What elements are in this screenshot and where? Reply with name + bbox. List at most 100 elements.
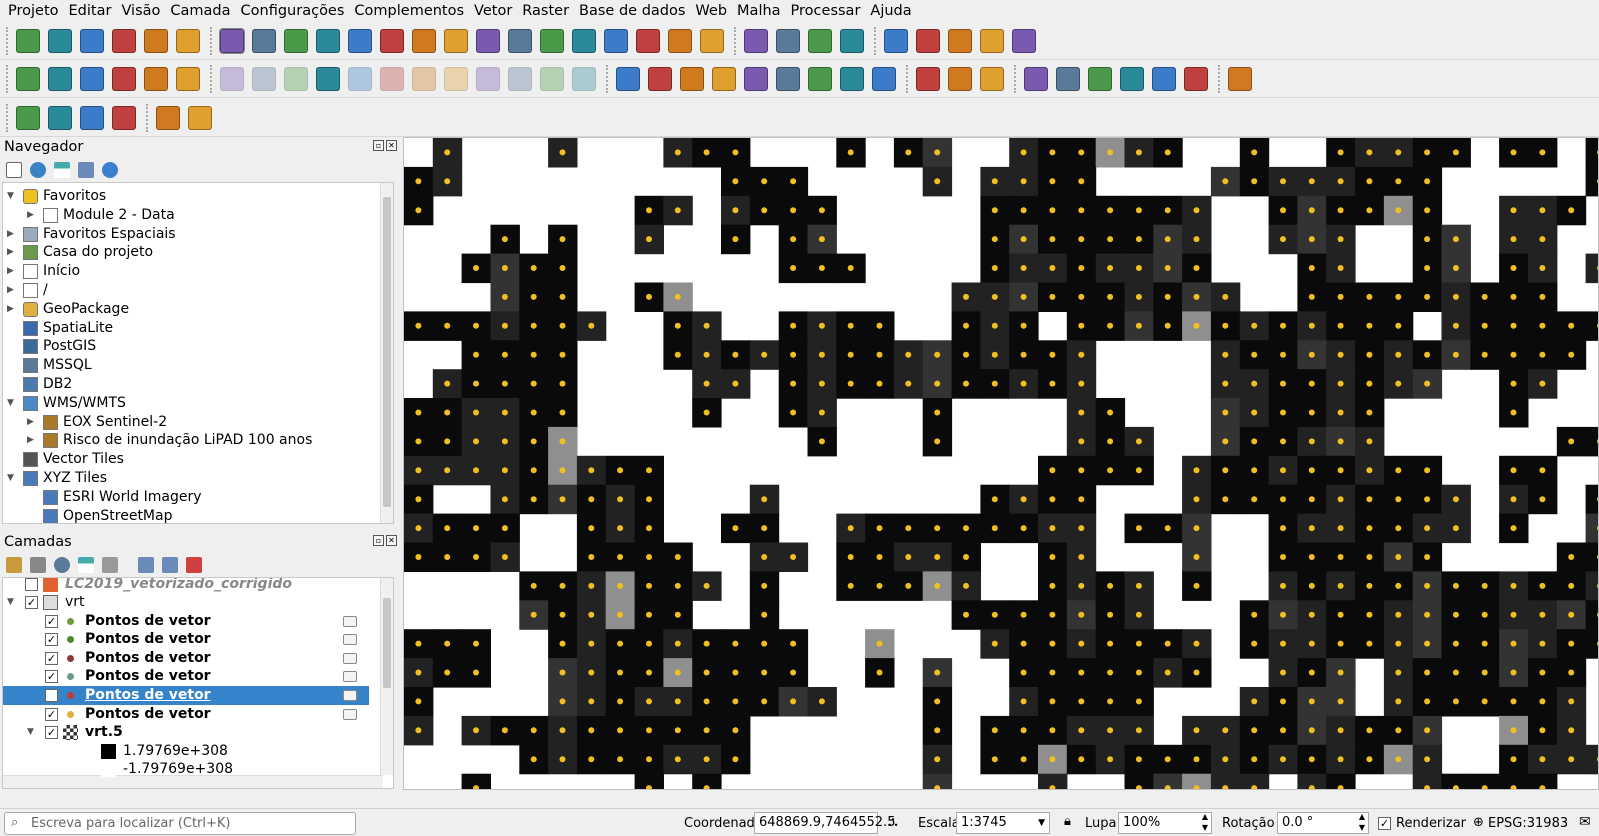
toggle-editing-icon[interactable] [252,67,276,91]
select-features-icon[interactable] [16,106,40,130]
wfs-layer-icon[interactable] [980,67,1004,91]
toolbar-handle[interactable] [6,27,10,55]
wms-layer-icon[interactable] [916,67,940,91]
print-layout-icon[interactable] [144,29,168,53]
menu-item[interactable]: Web [690,3,732,19]
chevron-down-icon[interactable]: ▼ [1038,813,1045,833]
new-temporary-layer-icon[interactable] [144,67,168,91]
text-annotation-icon[interactable] [1012,29,1036,53]
toggle-extents-icon[interactable]: ⛬ [888,814,898,830]
temporal-controller-icon[interactable] [668,29,692,53]
label-change-icon[interactable] [840,67,864,91]
layer-checkbox[interactable]: ✓ [45,726,58,740]
label-pin-icon[interactable] [712,67,736,91]
render-checkbox[interactable]: ✓ [1378,817,1391,830]
attribute-form-icon[interactable] [380,67,404,91]
chevron-right-icon[interactable]: ▶ [27,206,37,225]
zoom-target-icon[interactable] [980,29,1004,53]
add-group-icon[interactable] [30,557,46,573]
save-as-icon[interactable] [112,29,136,53]
filter-icon[interactable] [54,162,70,178]
toolbar-handle[interactable] [6,104,10,132]
float-panel-icon[interactable]: ▫ [373,140,384,151]
new-3d-view-icon[interactable] [572,29,596,53]
toolbar-handle[interactable] [734,27,738,55]
layer-checkbox[interactable]: ✓ [45,651,58,665]
digitize-icon[interactable] [316,67,340,91]
layer-checkbox[interactable] [25,578,38,591]
label-move-icon[interactable] [776,67,800,91]
new-shapefile-layer-icon[interactable] [80,67,104,91]
select-by-location-icon[interactable] [112,106,136,130]
navigator-item[interactable]: Vector Tiles [3,450,383,469]
rotation-field[interactable]: 0.0 ° ▲ ▼ [1277,812,1369,834]
chevron-right-icon[interactable]: ▶ [7,300,17,319]
float-panel-icon[interactable]: ▫ [373,535,384,546]
navigator-item[interactable]: ▼ Favoritos [3,187,383,206]
layer-checkbox[interactable]: ✓ [45,670,58,684]
toolbar-handle[interactable] [1218,65,1222,93]
collapse-all-icon[interactable] [162,557,178,573]
menu-item[interactable]: Vetor [469,3,517,19]
zoom-to-selection-icon[interactable] [380,29,404,53]
spinner-arrows-icon[interactable]: ▲ ▼ [1202,811,1208,833]
deselect-icon[interactable] [80,106,104,130]
spinner-arrows-icon[interactable]: ▲ ▼ [1359,811,1365,833]
identify-icon[interactable] [744,29,768,53]
collapse-all-icon[interactable] [78,162,94,178]
menu-item[interactable]: Complementos [349,3,469,19]
menu-item[interactable]: Raster [517,3,574,19]
new-virtual-layer-icon[interactable] [176,67,200,91]
lock-icon[interactable]: 🔒︎ [1064,814,1071,829]
chevron-right-icon[interactable]: ▶ [27,431,37,450]
undo-icon[interactable] [540,67,564,91]
layer-indicator-icon[interactable] [343,671,357,683]
map-canvas[interactable] [403,137,1599,790]
chevron-right-icon[interactable]: ▶ [7,243,17,262]
manage-visibility-icon[interactable] [54,557,70,573]
filter-legend-icon[interactable] [78,557,94,573]
toolbar-handle[interactable] [874,27,878,55]
navigator-item[interactable]: OpenStreetMap [3,507,383,523]
new-map-view-icon[interactable] [540,29,564,53]
menu-item[interactable]: Editar [64,3,117,19]
navigator-item[interactable]: SpatiaLite [3,319,383,338]
zoom-out-icon[interactable] [316,29,340,53]
delete-selected-icon[interactable] [412,67,436,91]
menu-item[interactable]: Configurações [236,3,350,19]
chevron-right-icon[interactable]: ▶ [7,225,17,244]
label-properties-icon[interactable] [872,67,896,91]
expand-all-icon[interactable] [138,557,154,573]
layer-row[interactable]: ✓ Pontos de vetor [3,686,369,705]
layer-row[interactable]: ▼ ✓ vrt [3,593,369,612]
open-project-icon[interactable] [48,29,72,53]
chevron-down-icon[interactable]: ▼ [7,394,17,413]
navigator-item[interactable]: MSSQL [3,356,383,375]
add-selected-layers-icon[interactable] [6,162,22,178]
scale-field[interactable]: 1:3745 ▼ [956,812,1050,834]
toolbar-handle[interactable] [906,65,910,93]
chevron-down-icon[interactable]: ▼ [7,187,17,206]
statistical-summary-icon[interactable] [884,29,908,53]
select-by-value-icon[interactable] [48,106,72,130]
layer-indicator-icon[interactable] [343,634,357,646]
pan-to-selection-icon[interactable] [252,29,276,53]
navigator-item[interactable]: DB2 [3,375,383,394]
georeferencer-icon[interactable] [1088,67,1112,91]
layer-checkbox[interactable]: ✓ [25,596,38,609]
messages-icon[interactable]: ✉ [1579,814,1591,830]
chevron-right-icon[interactable]: ▶ [7,281,17,300]
menu-item[interactable]: Processar [786,3,866,19]
partial-layer-row[interactable]: LC2019_vetorizado_corrigido [3,578,383,594]
menu-item[interactable]: Ajuda [865,3,916,19]
zoom-full-icon[interactable] [348,29,372,53]
new-spatialite-layer-icon[interactable] [112,67,136,91]
toolbar-handle[interactable] [606,65,610,93]
toolbar-handle[interactable] [6,65,10,93]
locator-search[interactable]: ⌕ Escreva para localizar (Ctrl+K) [4,812,356,835]
wcs-layer-icon[interactable] [948,67,972,91]
layers-scroll-thumb[interactable] [383,598,391,688]
layer-checkbox[interactable]: ✓ [45,633,58,647]
navigator-item[interactable]: ▶ Favoritos Espaciais [3,225,383,244]
chevron-right-icon[interactable]: ▶ [27,413,37,432]
